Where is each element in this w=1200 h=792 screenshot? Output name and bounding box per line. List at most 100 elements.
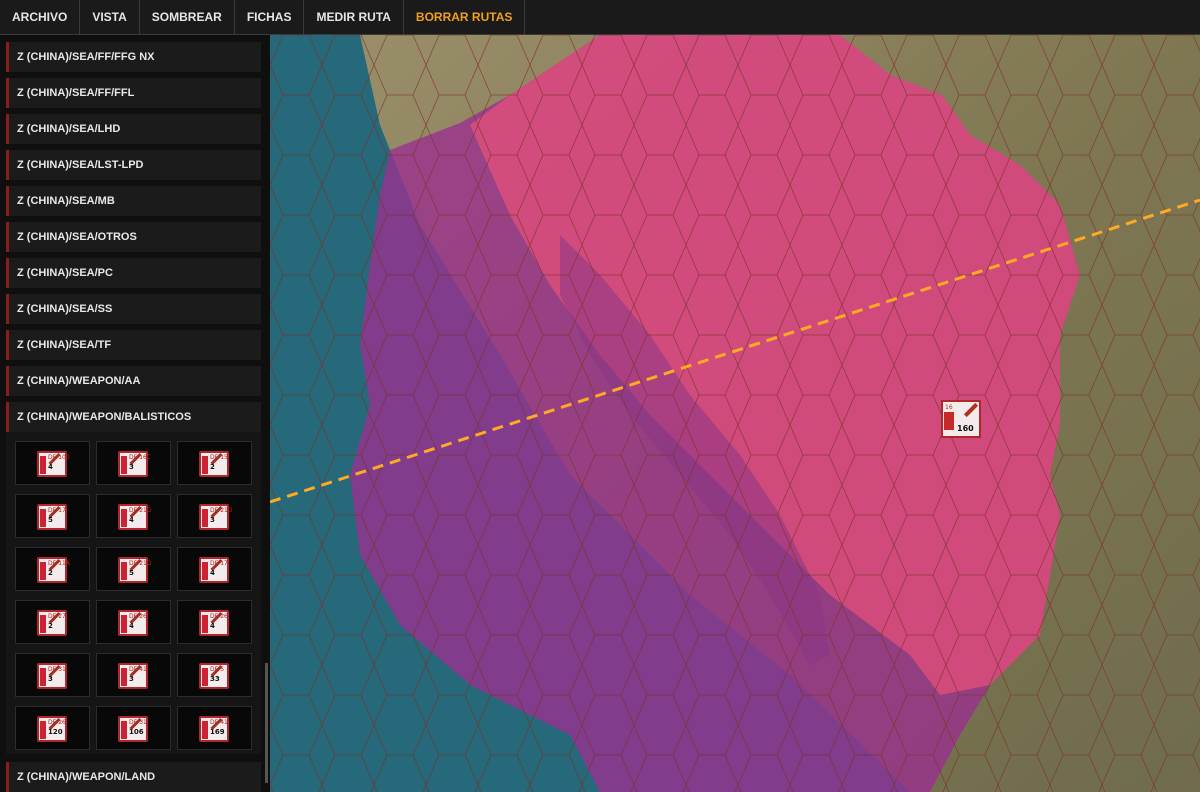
counter-code: DF-11A — [48, 560, 70, 567]
counter-value: 4 — [129, 622, 134, 630]
unit-counter[interactable]: DF-41 169 — [177, 706, 252, 750]
missile-counter-icon: DF-31 3 — [37, 663, 67, 689]
unit-counter[interactable]: DF-31 106 — [96, 706, 171, 750]
missile-counter-icon: DF-17 4 — [199, 557, 229, 583]
counter-value: 3 — [129, 463, 134, 471]
map-unit-value: 160 — [957, 424, 974, 433]
menu-bar: ARCHIVO VISTA SOMBREAR FICHAS MEDIR RUTA… — [0, 0, 1200, 35]
counter-code: DF-31 — [129, 719, 147, 726]
menu-borrar-rutas[interactable]: BORRAR RUTAS — [404, 0, 526, 34]
unit-counter[interactable]: DF-16C 3 — [96, 441, 171, 485]
unit-counter[interactable]: DF-26 4 — [96, 600, 171, 644]
category-sea-otros[interactable]: Z (CHINA)/SEA/OTROS — [6, 222, 261, 252]
unit-counter[interactable]: DF-21D 5 — [96, 547, 171, 591]
counter-value: 2 — [210, 463, 215, 471]
counter-value: 4 — [210, 569, 215, 577]
unit-counter[interactable]: DF-17 4 — [177, 547, 252, 591]
missile-counter-icon: DF-26 4 — [199, 610, 229, 636]
counter-code: DF-31 — [48, 666, 66, 673]
counter-value: 106 — [129, 728, 144, 736]
missile-counter-icon: DF-5 33 — [199, 663, 229, 689]
counter-code: DF-26 — [210, 613, 228, 620]
counter-code: DF-100 — [48, 454, 70, 461]
counter-code: DF-27 — [48, 613, 66, 620]
menu-sombrear[interactable]: SOMBREAR — [140, 0, 235, 34]
counter-code: DF-41 — [210, 719, 228, 726]
map-canvas — [270, 35, 1200, 792]
unit-library-sidebar: Z (CHINA)/SEA/FF/FFG NX Z (CHINA)/SEA/FF… — [0, 35, 270, 792]
counter-value: 4 — [129, 516, 134, 524]
unit-counter[interactable]: DF-21D 3 — [177, 494, 252, 538]
counter-code: DF-17 — [48, 507, 66, 514]
unit-counter[interactable]: DF-17 5 — [15, 494, 90, 538]
category-sea-pc[interactable]: Z (CHINA)/SEA/PC — [6, 258, 261, 288]
missile-counter-icon: DF-26 120 — [37, 716, 67, 742]
counter-value: 120 — [48, 728, 63, 736]
counter-value: 3 — [48, 675, 53, 683]
counter-value: 2 — [48, 569, 53, 577]
menu-fichas[interactable]: FICHAS — [235, 0, 305, 34]
sidebar-scrollbar[interactable] — [265, 663, 268, 783]
unit-counter[interactable]: DF-15 2 — [177, 441, 252, 485]
counter-value: 3 — [129, 675, 134, 683]
counter-code: DF-41 — [129, 666, 147, 673]
hex-grid — [270, 35, 1200, 792]
missile-counter-icon: DF-31 106 — [118, 716, 148, 742]
unit-counter[interactable]: DF-26 120 — [15, 706, 90, 750]
category-sea-ss[interactable]: Z (CHINA)/SEA/SS — [6, 294, 261, 324]
counter-code: DF-26 — [48, 719, 66, 726]
missile-counter-icon: DF-41 169 — [199, 716, 229, 742]
counter-code: DF-21D — [129, 507, 152, 514]
category-weapon-aa[interactable]: Z (CHINA)/WEAPON/AA — [6, 366, 261, 396]
counter-code: DF-21D — [129, 560, 152, 567]
category-sea-lst-lpd[interactable]: Z (CHINA)/SEA/LST-LPD — [6, 150, 261, 180]
counter-value: 2 — [48, 622, 53, 630]
counter-code: DF-17 — [210, 560, 228, 567]
unit-counter[interactable]: DF-27 2 — [15, 600, 90, 644]
counter-value: 3 — [210, 516, 215, 524]
category-weapon-land[interactable]: Z (CHINA)/WEAPON/LAND — [6, 762, 261, 792]
unit-counter[interactable]: DF-100 4 — [15, 441, 90, 485]
missile-counter-icon: DF-21D 4 — [118, 504, 152, 530]
counter-code: DF-26 — [129, 613, 147, 620]
unit-counter[interactable]: DF-31 3 — [15, 653, 90, 697]
counter-value: 5 — [129, 569, 134, 577]
balisticos-counter-grid: DF-100 4 DF-16C 3 DF-15 2 DF-17 5 DF-21D 4 DF… — [6, 432, 261, 754]
missile-counter-icon: DF-27 2 — [37, 610, 67, 636]
menu-medir-ruta[interactable]: MEDIR RUTA — [304, 0, 404, 34]
missile-counter-icon: DF-16C 3 — [118, 451, 152, 477]
category-sea-ff-ffl[interactable]: Z (CHINA)/SEA/FF/FFL — [6, 78, 261, 108]
unit-counter[interactable]: DF-5 33 — [177, 653, 252, 697]
map-unit-code: 16 — [945, 404, 953, 411]
unit-counter[interactable]: DF-21D 4 — [96, 494, 171, 538]
missile-counter-icon: DF-21D 5 — [118, 557, 152, 583]
missile-counter-icon: DF-26 4 — [118, 610, 148, 636]
missile-counter-icon: DF-17 5 — [37, 504, 67, 530]
unit-counter[interactable]: DF-41 3 — [96, 653, 171, 697]
unit-counter[interactable]: DF-26 4 — [177, 600, 252, 644]
counter-code: DF-15 — [210, 454, 228, 461]
missile-counter-icon: DF-100 4 — [37, 451, 70, 477]
counter-code: DF-21D — [210, 507, 233, 514]
missile-counter-icon: DF-41 3 — [118, 663, 148, 689]
map-unit-counter[interactable]: 16 160 — [941, 400, 981, 438]
category-weapon-balisticos[interactable]: Z (CHINA)/WEAPON/BALISTICOS — [6, 402, 261, 432]
category-sea-lhd[interactable]: Z (CHINA)/SEA/LHD — [6, 114, 261, 144]
missile-counter-icon: DF-15 2 — [199, 451, 229, 477]
menu-archivo[interactable]: ARCHIVO — [0, 0, 81, 34]
menu-vista[interactable]: VISTA — [80, 0, 140, 34]
hex-map[interactable]: 16 160 — [270, 35, 1200, 792]
counter-value: 33 — [210, 675, 220, 683]
counter-value: 4 — [48, 463, 53, 471]
missile-counter-icon: DF-21D 3 — [199, 504, 233, 530]
counter-code: DF-16C — [129, 454, 152, 461]
unit-counter[interactable]: DF-11A 2 — [15, 547, 90, 591]
counter-value: 5 — [48, 516, 53, 524]
counter-value: 4 — [210, 622, 215, 630]
counter-code: DF-5 — [210, 666, 225, 673]
category-sea-ff-ffg-nx[interactable]: Z (CHINA)/SEA/FF/FFG NX — [6, 42, 261, 72]
missile-counter-icon: DF-11A 2 — [37, 557, 70, 583]
category-sea-mb[interactable]: Z (CHINA)/SEA/MB — [6, 186, 261, 216]
category-sea-tf[interactable]: Z (CHINA)/SEA/TF — [6, 330, 261, 360]
counter-value: 169 — [210, 728, 225, 736]
